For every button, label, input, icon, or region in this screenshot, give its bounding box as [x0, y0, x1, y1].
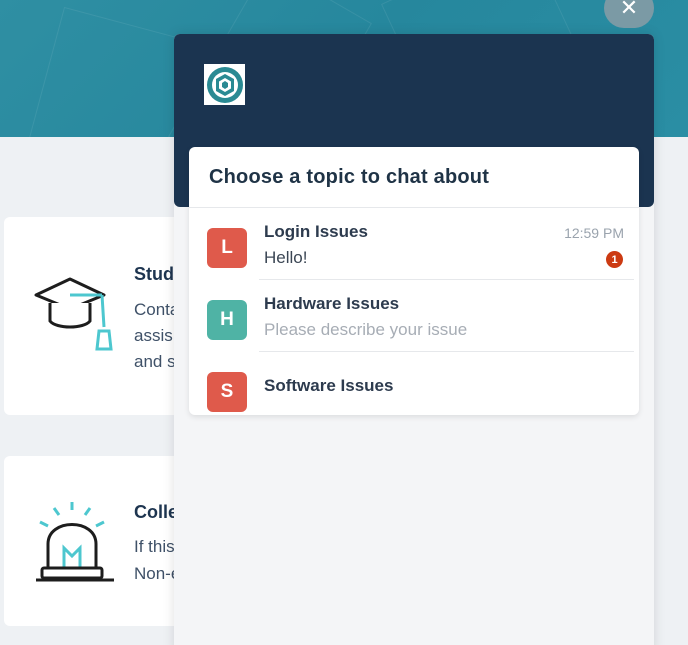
topic-software-issues[interactable]: S Software Issues: [189, 352, 639, 424]
graduation-cap-icon: [34, 277, 114, 362]
chat-widget: Choose a topic to chat about L Login Iss…: [174, 34, 654, 645]
student-card-line-3: and s: [134, 352, 176, 371]
student-card-line-1: Conta: [134, 300, 180, 319]
topic-timestamp: 12:59 PM: [564, 225, 624, 241]
topic-hardware-issues[interactable]: H Hardware Issues Please describe your i…: [189, 280, 639, 352]
unread-badge: 1: [606, 251, 623, 268]
student-card-line-2: assis: [134, 326, 173, 345]
topic-name: Hardware Issues: [264, 294, 400, 313]
topic-last-message: Please describe your issue: [264, 320, 468, 339]
topic-avatar: H: [207, 300, 247, 340]
topics-title: Choose a topic to chat about: [209, 166, 490, 188]
topic-last-message: Hello!: [264, 248, 308, 267]
topic-name: Software Issues: [264, 376, 394, 395]
college-card-line-1: If this: [134, 537, 175, 556]
topic-avatar: L: [207, 228, 247, 268]
student-card-title: Stud: [134, 264, 174, 284]
college-card-title: Colle: [134, 502, 179, 522]
close-icon: ✕: [619, 0, 639, 20]
topic-name: Login Issues: [264, 222, 368, 241]
alarm-light-icon: [34, 498, 118, 591]
topics-card: Choose a topic to chat about L Login Iss…: [189, 147, 639, 415]
topic-avatar: S: [207, 372, 247, 412]
topic-login-issues[interactable]: L Login Issues Hello! 12:59 PM 1: [189, 208, 639, 280]
institution-logo: [204, 64, 245, 105]
